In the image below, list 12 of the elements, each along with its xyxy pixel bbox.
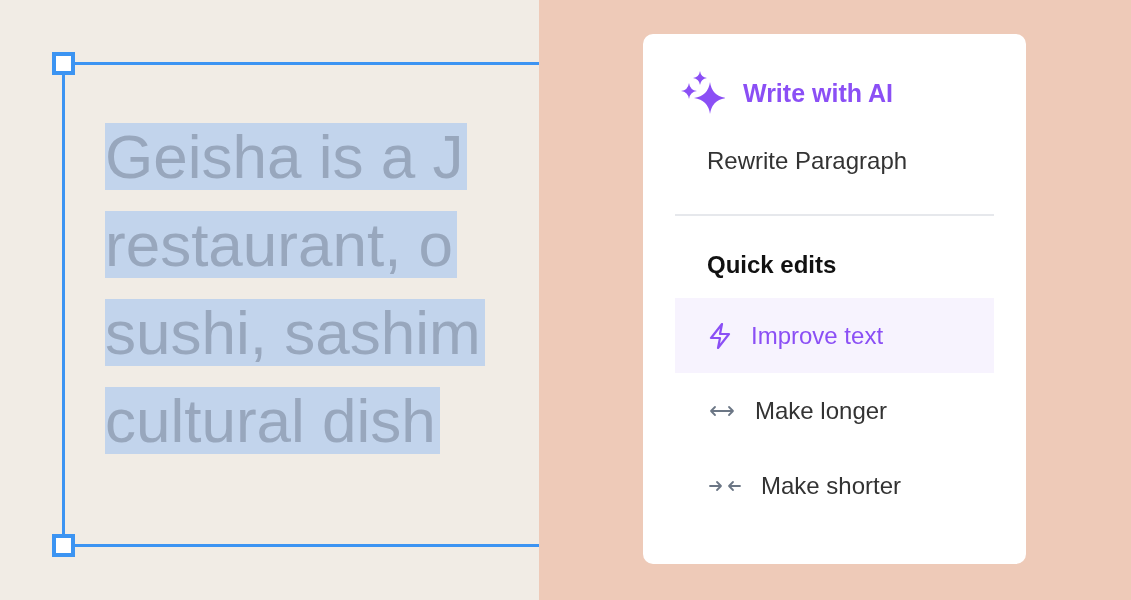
menu-title: Write with AI — [743, 78, 893, 108]
double-arrow-icon — [709, 404, 735, 417]
resize-handle[interactable] — [52, 52, 75, 75]
sparkles-icon — [681, 71, 725, 115]
inward-arrows-icon — [709, 479, 741, 492]
menu-item[interactable]: Make longer — [675, 373, 994, 448]
section-heading: Quick edits — [706, 250, 837, 280]
menu-item[interactable]: Make shorter — [675, 448, 994, 523]
rewrite-paragraph-option[interactable]: Rewrite Paragraph — [675, 141, 908, 181]
resize-handle[interactable] — [52, 534, 75, 557]
menu-item[interactable]: Improve text — [675, 298, 994, 373]
lightning-icon — [709, 322, 731, 349]
